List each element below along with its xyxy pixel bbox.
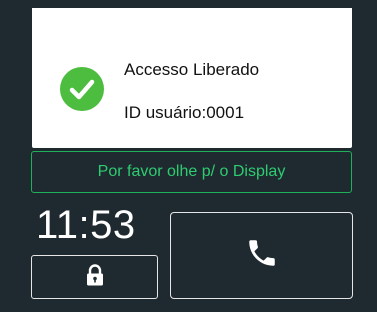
display-instruction-banner: Por favor olhe p/ o Display (31, 151, 352, 193)
call-button[interactable] (170, 212, 353, 299)
banner-text: Por favor olhe p/ o Display (97, 163, 286, 180)
lock-button[interactable] (31, 255, 158, 299)
access-status-title: Accesso Liberado (124, 60, 260, 79)
user-id-label: ID usuário:0001 (124, 103, 245, 122)
check-circle-icon (60, 67, 104, 111)
intercom-screen: Accesso Liberado ID usuário:0001 Por fav… (0, 0, 377, 325)
lock-icon (85, 263, 105, 291)
bottom-bezel (0, 312, 377, 325)
phone-icon (245, 236, 279, 275)
clock-time: 11:53 (36, 203, 136, 247)
